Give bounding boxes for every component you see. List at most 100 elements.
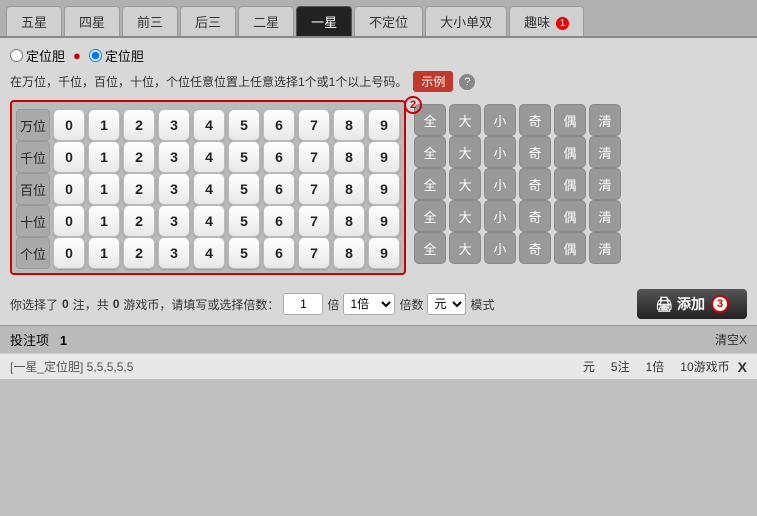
clear-button[interactable]: 清空X [715, 331, 747, 348]
num-btn-r0-d0[interactable]: 0 [53, 109, 85, 141]
num-btn-r0-d7[interactable]: 7 [298, 109, 330, 141]
row-label-1[interactable]: 千位 [16, 141, 50, 173]
num-btn-r3-d1[interactable]: 1 [88, 205, 120, 237]
quick-btn-r1-q4[interactable]: 偶 [554, 136, 586, 168]
num-btn-r4-d0[interactable]: 0 [53, 237, 85, 269]
num-btn-r1-d6[interactable]: 6 [263, 141, 295, 173]
bet-close-button[interactable]: X [738, 359, 747, 375]
tab-one-star[interactable]: 一星 [296, 6, 352, 36]
num-btn-r3-d5[interactable]: 5 [228, 205, 260, 237]
num-btn-r0-d8[interactable]: 8 [333, 109, 365, 141]
multiplier-select[interactable]: 1倍 2倍 3倍 5倍 10倍 [343, 293, 395, 315]
help-icon[interactable]: ? [459, 74, 475, 90]
quick-btn-r4-q1[interactable]: 大 [449, 232, 481, 264]
bet-list-scroll[interactable]: [一星_定位胆] 5,5,5,5,5 元 5注 1倍 10游戏币 X [0, 353, 757, 379]
quick-btn-r4-q5[interactable]: 清 [589, 232, 621, 264]
quick-btn-r3-q2[interactable]: 小 [484, 200, 516, 232]
quick-btn-r3-q0[interactable]: 全 [414, 200, 446, 232]
quick-btn-r3-q1[interactable]: 大 [449, 200, 481, 232]
num-btn-r0-d6[interactable]: 6 [263, 109, 295, 141]
quick-btn-r1-q1[interactable]: 大 [449, 136, 481, 168]
tab-back-three[interactable]: 后三 [180, 6, 236, 36]
num-btn-r4-d2[interactable]: 2 [123, 237, 155, 269]
quick-btn-r0-q4[interactable]: 偶 [554, 104, 586, 136]
num-btn-r2-d8[interactable]: 8 [333, 173, 365, 205]
tab-front-three[interactable]: 前三 [122, 6, 178, 36]
num-btn-r3-d9[interactable]: 9 [368, 205, 400, 237]
quick-btn-r2-q4[interactable]: 偶 [554, 168, 586, 200]
quick-btn-r2-q2[interactable]: 小 [484, 168, 516, 200]
num-btn-r1-d7[interactable]: 7 [298, 141, 330, 173]
quick-btn-r2-q1[interactable]: 大 [449, 168, 481, 200]
num-btn-r3-d2[interactable]: 2 [123, 205, 155, 237]
num-btn-r2-d0[interactable]: 0 [53, 173, 85, 205]
multiplier-input[interactable] [283, 293, 323, 315]
num-btn-r4-d5[interactable]: 5 [228, 237, 260, 269]
num-btn-r0-d4[interactable]: 4 [193, 109, 225, 141]
quick-btn-r4-q4[interactable]: 偶 [554, 232, 586, 264]
quick-btn-r0-q5[interactable]: 清 [589, 104, 621, 136]
row-label-3[interactable]: 十位 [16, 205, 50, 237]
quick-btn-r4-q3[interactable]: 奇 [519, 232, 551, 264]
num-btn-r2-d9[interactable]: 9 [368, 173, 400, 205]
add-button[interactable]: 🖨 添加 3 [637, 289, 747, 319]
num-btn-r1-d8[interactable]: 8 [333, 141, 365, 173]
num-btn-r1-d0[interactable]: 0 [53, 141, 85, 173]
row-label-4[interactable]: 个位 [16, 237, 50, 269]
num-btn-r4-d9[interactable]: 9 [368, 237, 400, 269]
tab-five-star[interactable]: 五星 [6, 6, 62, 36]
tab-four-star[interactable]: 四星 [64, 6, 120, 36]
num-btn-r1-d1[interactable]: 1 [88, 141, 120, 173]
quick-btn-r1-q5[interactable]: 清 [589, 136, 621, 168]
num-btn-r2-d5[interactable]: 5 [228, 173, 260, 205]
num-btn-r1-d2[interactable]: 2 [123, 141, 155, 173]
num-btn-r1-d3[interactable]: 3 [158, 141, 190, 173]
radio-option2[interactable]: 定位胆 [89, 46, 144, 65]
quick-btn-r1-q3[interactable]: 奇 [519, 136, 551, 168]
row-label-0[interactable]: 万位 [16, 109, 50, 141]
currency-select[interactable]: 元 角 分 [427, 293, 466, 315]
num-btn-r2-d3[interactable]: 3 [158, 173, 190, 205]
quick-btn-r0-q1[interactable]: 大 [449, 104, 481, 136]
num-btn-r1-d4[interactable]: 4 [193, 141, 225, 173]
num-btn-r4-d6[interactable]: 6 [263, 237, 295, 269]
row-label-2[interactable]: 百位 [16, 173, 50, 205]
num-btn-r4-d1[interactable]: 1 [88, 237, 120, 269]
quick-btn-r2-q5[interactable]: 清 [589, 168, 621, 200]
quick-btn-r4-q0[interactable]: 全 [414, 232, 446, 264]
num-btn-r3-d6[interactable]: 6 [263, 205, 295, 237]
example-button[interactable]: 示例 [413, 71, 453, 92]
tab-interest[interactable]: 趣味 1 [509, 6, 584, 36]
num-btn-r2-d4[interactable]: 4 [193, 173, 225, 205]
quick-btn-r2-q0[interactable]: 全 [414, 168, 446, 200]
tab-no-position[interactable]: 不定位 [354, 6, 423, 36]
tab-size-odd-even[interactable]: 大小单双 [425, 6, 507, 36]
num-btn-r3-d8[interactable]: 8 [333, 205, 365, 237]
num-btn-r2-d6[interactable]: 6 [263, 173, 295, 205]
quick-btn-r1-q0[interactable]: 全 [414, 136, 446, 168]
num-btn-r2-d7[interactable]: 7 [298, 173, 330, 205]
num-btn-r0-d5[interactable]: 5 [228, 109, 260, 141]
quick-btn-r0-q3[interactable]: 奇 [519, 104, 551, 136]
num-btn-r1-d5[interactable]: 5 [228, 141, 260, 173]
num-btn-r0-d3[interactable]: 3 [158, 109, 190, 141]
num-btn-r0-d1[interactable]: 1 [88, 109, 120, 141]
num-btn-r3-d7[interactable]: 7 [298, 205, 330, 237]
quick-btn-r0-q2[interactable]: 小 [484, 104, 516, 136]
num-btn-r2-d1[interactable]: 1 [88, 173, 120, 205]
num-btn-r3-d3[interactable]: 3 [158, 205, 190, 237]
num-btn-r2-d2[interactable]: 2 [123, 173, 155, 205]
num-btn-r4-d7[interactable]: 7 [298, 237, 330, 269]
quick-btn-r2-q3[interactable]: 奇 [519, 168, 551, 200]
quick-btn-r1-q2[interactable]: 小 [484, 136, 516, 168]
quick-btn-r3-q4[interactable]: 偶 [554, 200, 586, 232]
tab-two-star[interactable]: 二星 [238, 6, 294, 36]
num-btn-r3-d0[interactable]: 0 [53, 205, 85, 237]
quick-btn-r4-q2[interactable]: 小 [484, 232, 516, 264]
num-btn-r3-d4[interactable]: 4 [193, 205, 225, 237]
radio-option1[interactable]: 定位胆 [10, 46, 65, 65]
quick-btn-r3-q5[interactable]: 清 [589, 200, 621, 232]
num-btn-r4-d8[interactable]: 8 [333, 237, 365, 269]
num-btn-r0-d9[interactable]: 9 [368, 109, 400, 141]
num-btn-r4-d4[interactable]: 4 [193, 237, 225, 269]
